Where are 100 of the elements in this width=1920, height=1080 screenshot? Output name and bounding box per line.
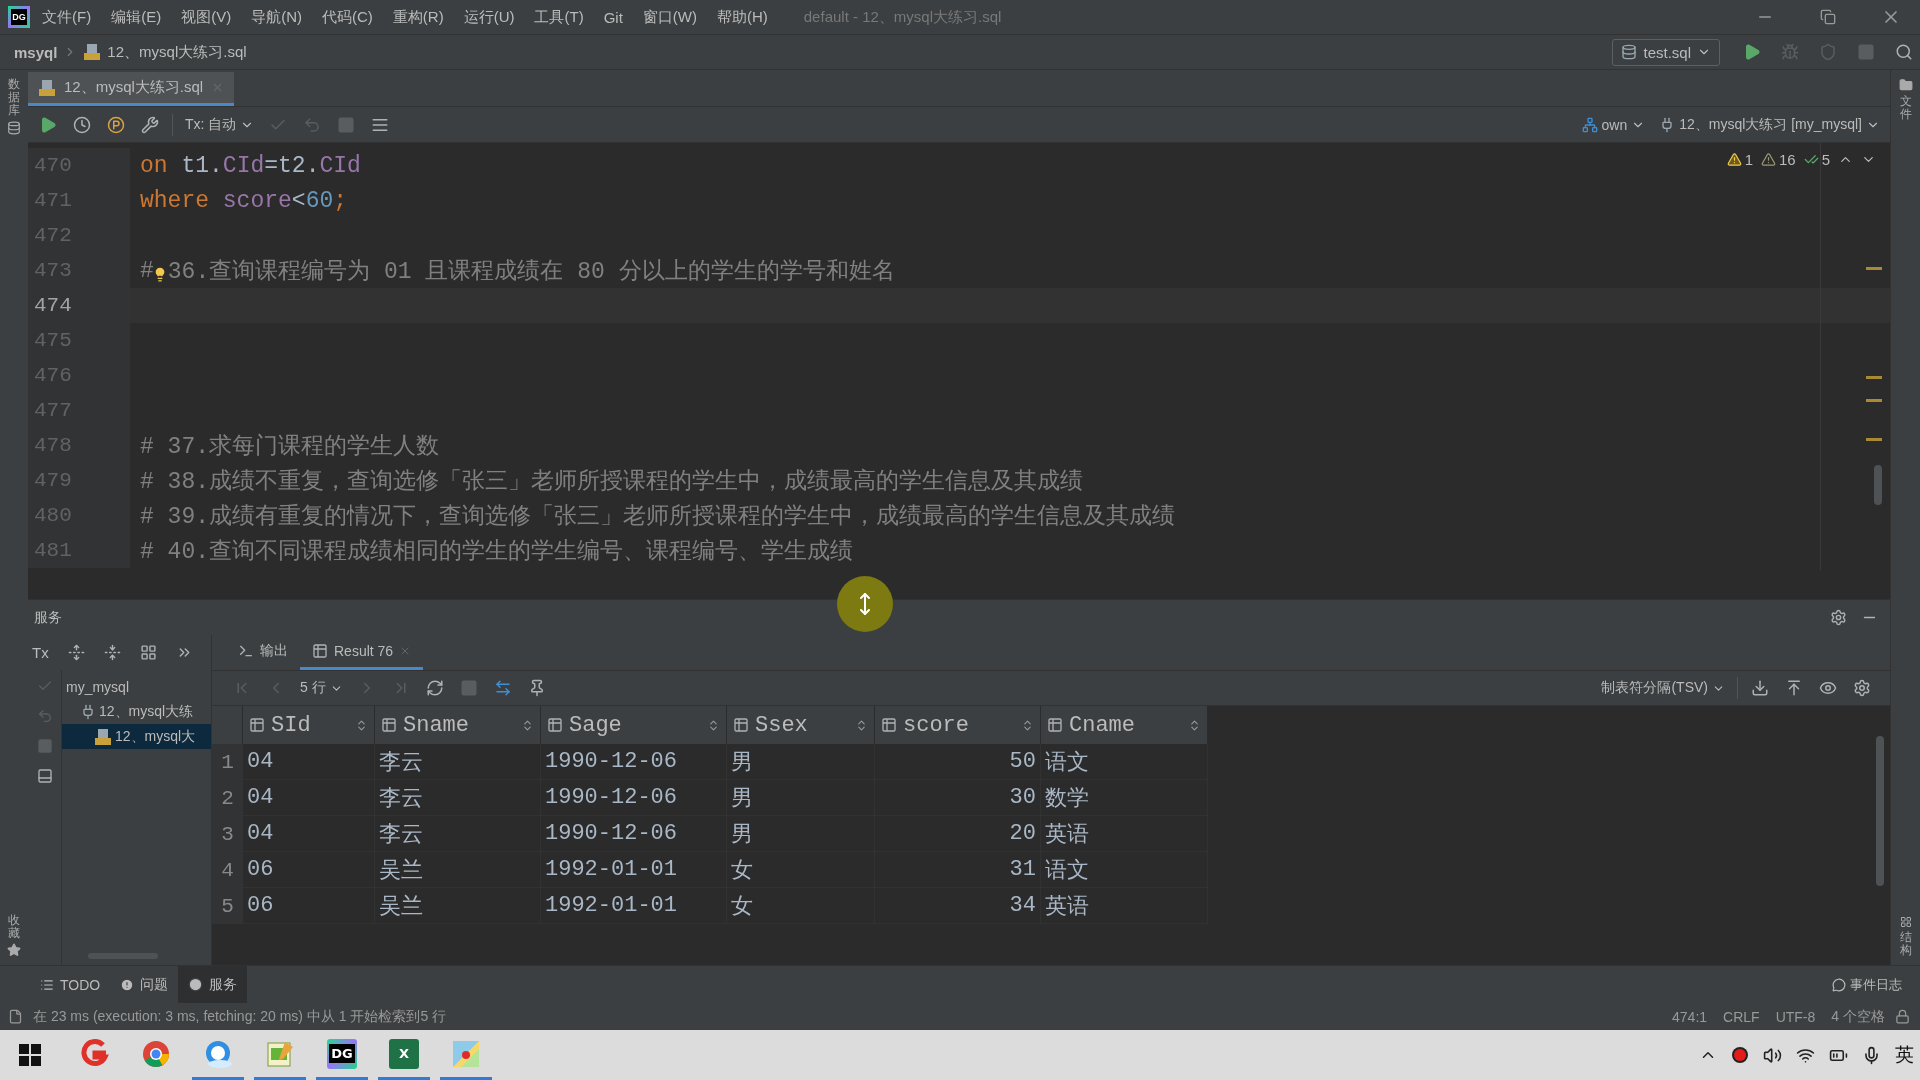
scrollbar [1874,465,1882,505]
inspection-count[interactable]: 1 [1726,151,1753,168]
table-icon [312,643,328,659]
row-number: 3 [212,816,243,852]
status-item[interactable]: 4 个空格 [1831,1007,1885,1026]
status-item[interactable]: CRLF [1723,1008,1760,1025]
sql-file-icon [83,43,102,61]
sort-icon[interactable] [355,718,368,732]
play-icon [188,977,204,992]
table-cell: 女 [727,852,875,888]
schema-dropdown[interactable]: own [1575,116,1652,133]
paint-icon[interactable] [451,1038,481,1069]
panel-tab[interactable]: Result 76 [300,635,424,670]
restore-icon[interactable] [1819,9,1836,25]
group-icon[interactable] [139,644,157,661]
code-comment: # 37.求每门课程的学生人数 [140,432,439,461]
run-icon[interactable] [1743,43,1761,61]
tree-item[interactable]: my_mysql [62,674,211,699]
datagrip-icon[interactable]: DG [327,1038,357,1069]
column-label: Cname [1069,712,1136,738]
sort-icon[interactable] [1021,718,1034,732]
breadcrumb-item[interactable]: 12、mysql大练习.sql [107,42,247,62]
column-icon [249,717,265,733]
terminal-icon [238,643,254,659]
input-method-indicator[interactable]: 英 [1895,1042,1914,1068]
page-size-dropdown[interactable]: 5 行 [294,679,349,697]
menu-item[interactable]: 文件(F) [34,3,100,31]
volume-icon[interactable] [1763,1045,1782,1065]
menu-item[interactable]: 代码(C) [314,3,381,31]
panel-tab[interactable]: 输出 [226,635,300,670]
refresh-icon[interactable] [425,679,444,697]
compare-icon[interactable] [493,679,512,697]
tool-window-button[interactable]: 问题 [110,966,179,1003]
table-cell: 数学 [1041,780,1208,816]
record-icon[interactable] [1731,1046,1749,1064]
menu-item[interactable]: 编辑(E) [103,3,170,31]
inspection-count[interactable]: 5 [1803,151,1830,168]
event-log-button[interactable]: 事件日志 [1832,975,1902,994]
run-icon[interactable] [39,115,57,134]
run-config-dropdown[interactable]: test.sql [1612,38,1720,66]
upload-icon[interactable] [1785,679,1803,697]
editor-tab[interactable]: 12、mysql大练习.sql [28,72,235,106]
menu-item[interactable]: 运行(U) [455,3,523,31]
table-cell: 06 [243,888,375,924]
transaction-mode-dropdown[interactable]: Tx: 自动 [179,115,261,134]
eye-icon[interactable] [1819,679,1837,697]
layout-icon[interactable] [36,768,53,784]
sort-icon[interactable] [707,718,720,732]
tool-window-button[interactable]: 服务 [178,966,248,1003]
favorites-tool-button[interactable]: 收藏 [7,913,21,957]
search-icon[interactable] [1895,43,1913,61]
database-tool-button[interactable]: 数据库 [7,78,21,135]
sql-file-icon [94,727,112,746]
alert-icon [120,977,135,992]
inspection-count[interactable]: 16 [1760,151,1796,168]
structure-tool-button[interactable]: 结构 [1899,915,1912,957]
sort-icon[interactable] [855,718,868,732]
menu-item[interactable]: 窗口(W) [634,3,705,31]
table-cell: 04 [243,816,375,852]
tool-window-button[interactable]: TODO [30,966,111,1003]
menu-item[interactable]: 帮助(H) [708,3,776,31]
settings-icon[interactable] [1853,679,1871,697]
transaction-mode-button[interactable]: Tx [32,644,56,661]
microphone-icon[interactable] [1862,1045,1881,1065]
tree-item[interactable]: 12、mysql大练 [62,699,211,724]
table-cell: 20 [875,816,1041,852]
files-tool-button[interactable]: 文件 [1898,78,1913,122]
wrench-icon[interactable] [141,115,159,134]
table-cell: 女 [727,888,875,924]
start-button[interactable] [18,1043,42,1067]
table-cell: 语文 [1041,852,1208,888]
excel-icon[interactable]: X [389,1038,419,1069]
app-icon[interactable] [79,1038,109,1069]
status-item[interactable]: UTF-8 [1775,1008,1816,1025]
column-icon [1047,717,1063,733]
panel-title: 服务 [34,608,62,627]
export-format-dropdown[interactable]: 制表符分隔(TSV) [1595,679,1731,697]
settings-icon[interactable] [1830,609,1847,626]
download-icon[interactable] [1751,679,1769,697]
console-dropdown[interactable]: 12、mysql大练习 [my_mysql] [1653,115,1886,134]
lock-icon[interactable] [1895,1009,1910,1024]
menu-item[interactable]: 视图(V) [173,3,240,31]
status-item[interactable]: 474:1 [1672,1008,1708,1025]
column-icon [381,717,397,733]
menu-item[interactable]: 导航(N) [243,3,310,31]
sort-icon[interactable] [521,718,534,732]
structure-icon [1899,915,1912,928]
clock-icon[interactable] [73,115,91,134]
menu-item[interactable]: 重构(R) [384,3,452,31]
column-label: Sage [569,712,623,738]
menu-item[interactable]: 工具(T) [526,3,592,31]
collapse-all-icon[interactable] [103,644,121,661]
column-icon [881,717,897,733]
sort-icon[interactable] [1188,718,1201,732]
profile-icon[interactable] [107,115,125,134]
menu-item[interactable]: Git [595,4,631,30]
breadcrumb-item[interactable]: msyql [14,43,58,61]
tree-item[interactable]: 12、mysql大 [62,724,211,749]
chrome-icon[interactable] [141,1038,171,1069]
expand-all-icon[interactable] [67,644,85,661]
